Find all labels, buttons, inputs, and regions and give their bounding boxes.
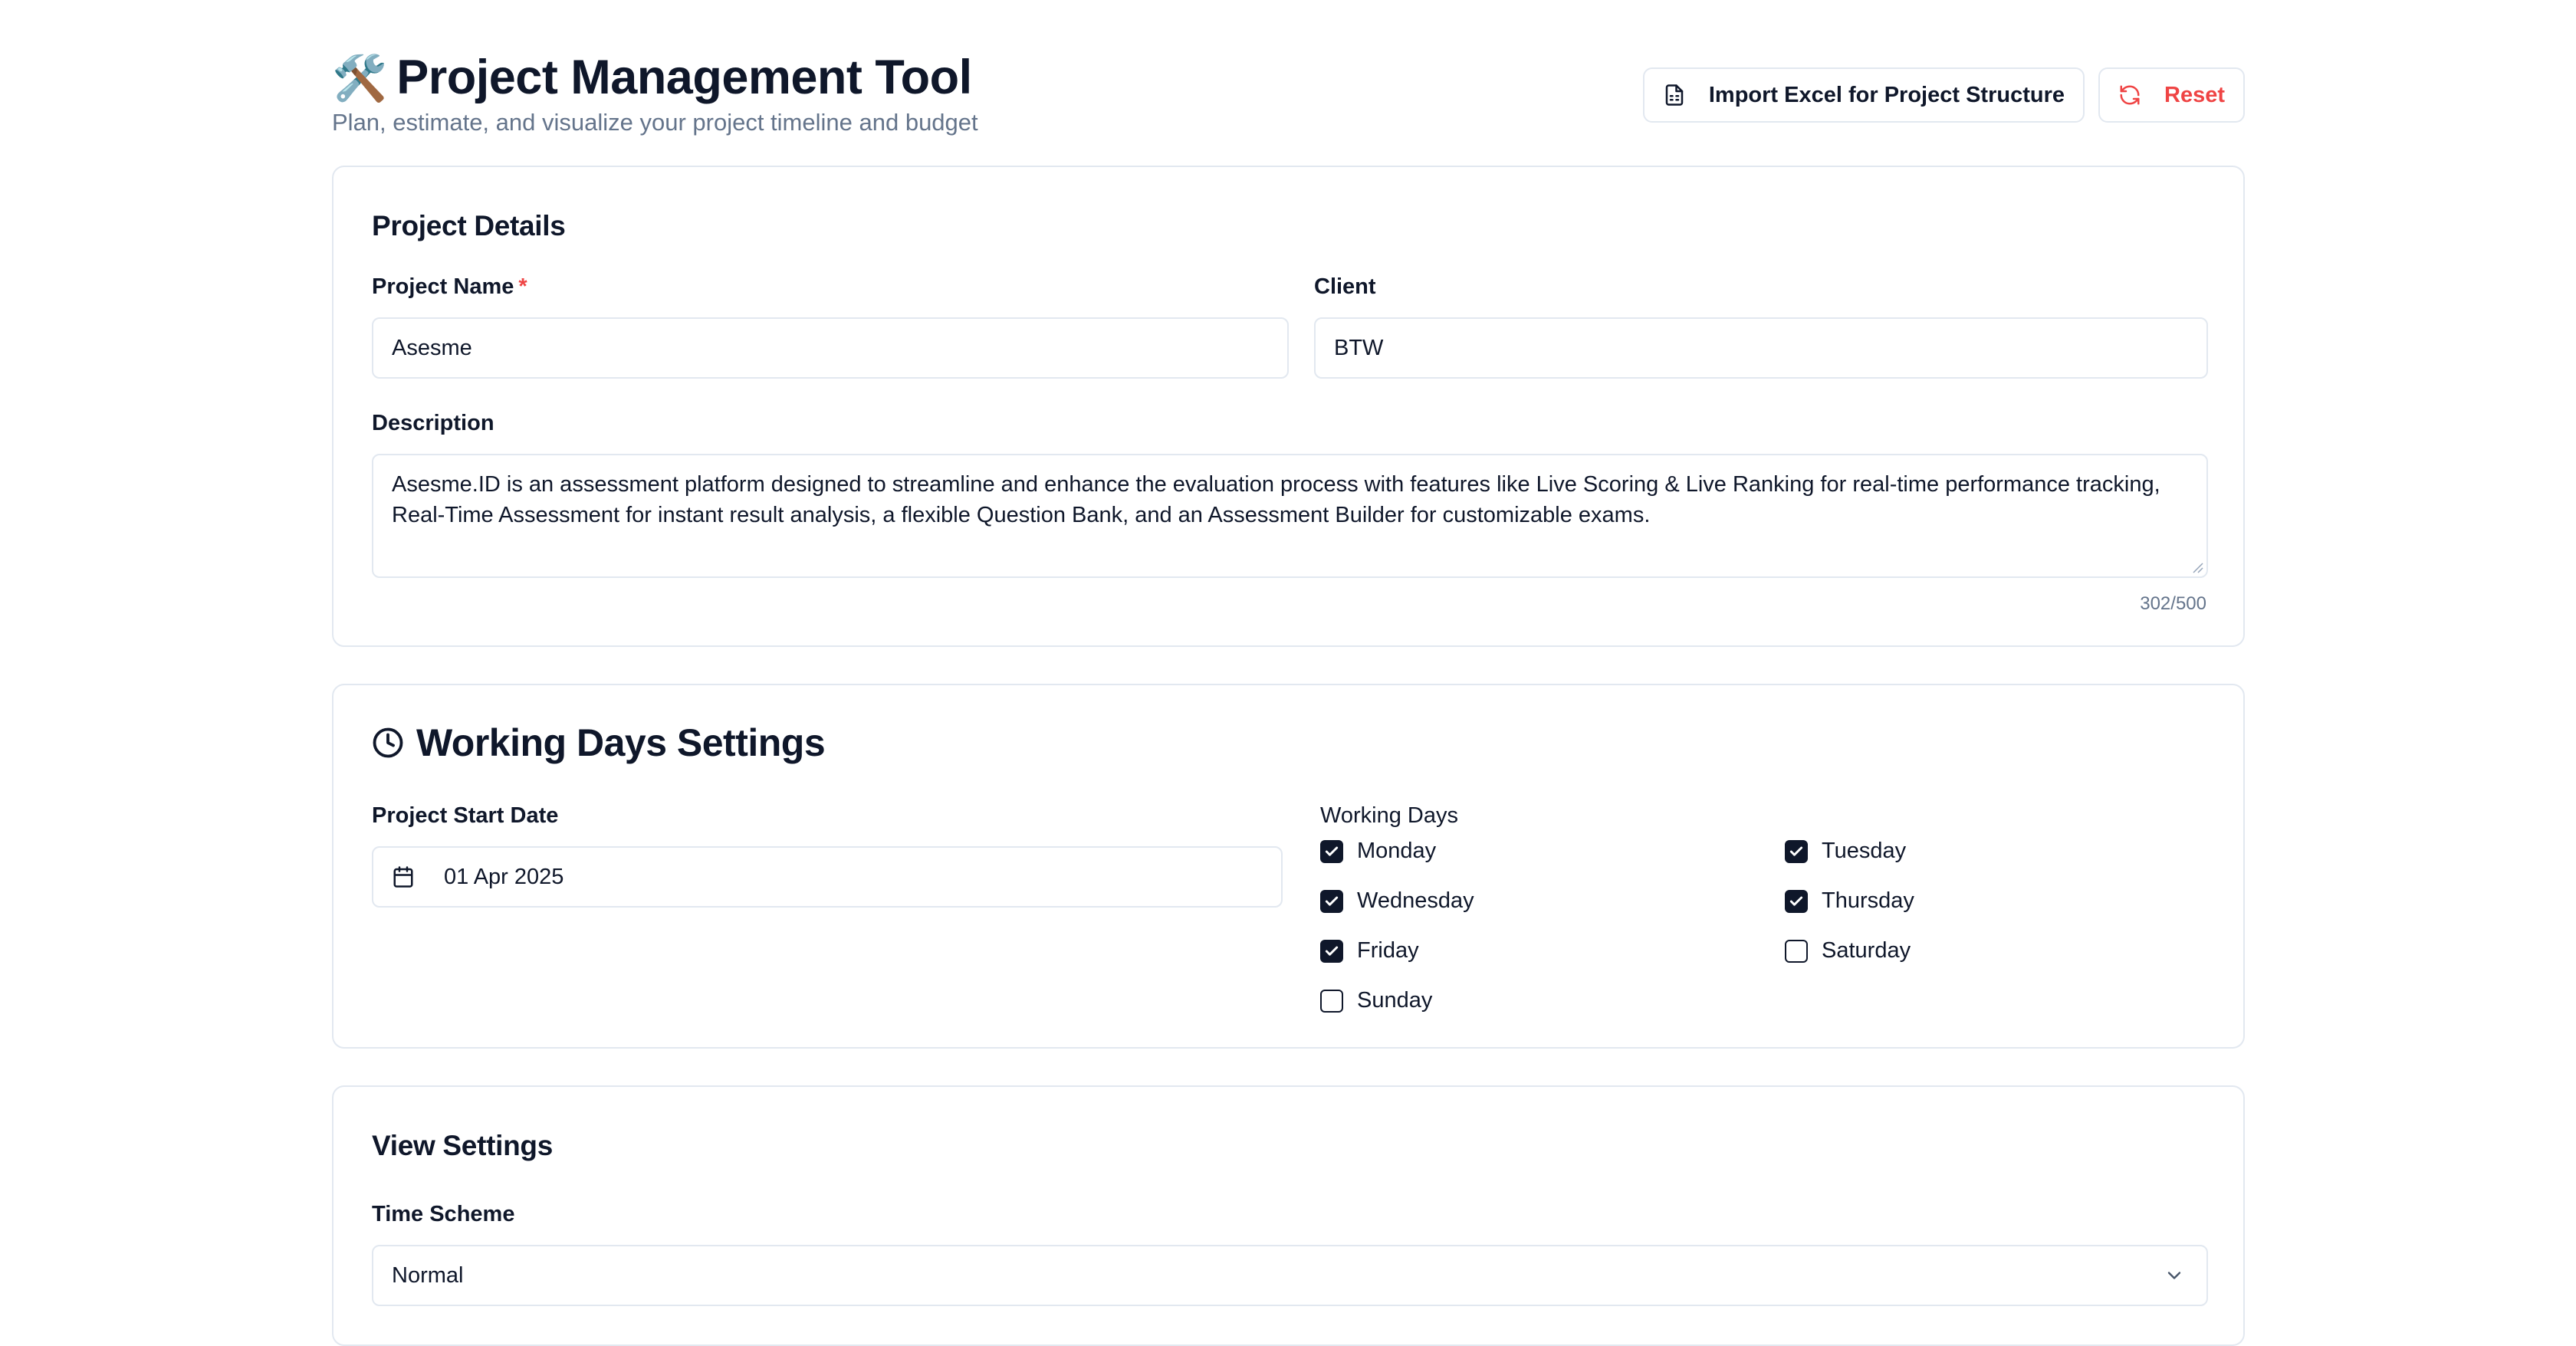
checkbox-checked-icon[interactable] (1320, 939, 1343, 963)
day-checkbox-thursday[interactable]: Thursday (1785, 888, 1914, 914)
checkbox-checked-icon[interactable] (1785, 889, 1808, 913)
resize-handle-icon[interactable] (2191, 561, 2203, 573)
time-scheme-value: Normal (392, 1262, 464, 1288)
project-name-label-text: Project Name (372, 274, 514, 299)
chevron-down-icon (2167, 1272, 2181, 1279)
client-label: Client (1314, 274, 1376, 299)
client-input[interactable]: BTW (1314, 317, 2208, 379)
project-name-value: Asesme (392, 335, 472, 360)
day-checkbox-saturday[interactable]: Saturday (1785, 938, 1911, 964)
page: 🛠️ Project Management Tool Plan, estimat… (332, 0, 2245, 1346)
time-scheme-label: Time Scheme (372, 1202, 515, 1226)
day-checkbox-sunday[interactable]: Sunday (1320, 988, 1432, 1013)
description-char-count: 302/500 (2140, 593, 2206, 614)
refresh-icon (2118, 84, 2141, 107)
required-mark: * (518, 274, 527, 299)
checkbox-checked-icon[interactable] (1785, 839, 1808, 863)
day-label: Wednesday (1357, 888, 1474, 913)
checkbox-checked-icon[interactable] (1320, 839, 1343, 863)
project-details-card: Project Details Project Name * Asesme Cli… (332, 166, 2245, 647)
view-settings-title: View Settings (372, 1130, 553, 1161)
view-settings-card: View Settings Time Scheme Normal (332, 1085, 2245, 1346)
day-label: Saturday (1822, 938, 1911, 963)
day-checkbox-monday[interactable]: Monday (1320, 839, 1436, 864)
checkbox-unchecked-icon[interactable] (1320, 989, 1343, 1013)
day-label: Thursday (1822, 888, 1914, 913)
description-textarea[interactable]: Asesme.ID is an assessment platform desi… (372, 454, 2208, 578)
header-actions: Import Excel for Project Structure Reset (1642, 67, 2245, 123)
start-date-value: 01 Apr 2025 (444, 864, 564, 889)
tools-icon: 🛠️ (332, 54, 388, 103)
description-label: Description (372, 411, 495, 435)
working-days-label: Working Days (1320, 803, 1458, 828)
working-days-title: Working Days Settings (416, 721, 826, 764)
page-title: Project Management Tool (396, 51, 972, 104)
working-days-heading: Working Days Settings (372, 721, 826, 765)
time-scheme-select[interactable]: Normal (372, 1245, 2208, 1306)
working-days-card: Working Days Settings Project Start Date… (332, 684, 2245, 1049)
calendar-icon (392, 865, 415, 888)
day-checkbox-wednesday[interactable]: Wednesday (1320, 888, 1474, 914)
start-date-input[interactable]: 01 Apr 2025 (372, 846, 1283, 908)
import-excel-button[interactable]: Import Excel for Project Structure (1642, 67, 2085, 123)
reset-label: Reset (2164, 82, 2225, 107)
client-value: BTW (1334, 335, 1384, 360)
day-label: Monday (1357, 839, 1437, 863)
day-label: Sunday (1357, 988, 1433, 1013)
checkbox-checked-icon[interactable] (1320, 889, 1343, 913)
project-name-input[interactable]: Asesme (372, 317, 1289, 379)
checkbox-unchecked-icon[interactable] (1785, 939, 1808, 963)
description-value: Asesme.ID is an assessment platform desi… (392, 472, 2160, 527)
day-label: Tuesday (1822, 839, 1907, 863)
day-checkbox-tuesday[interactable]: Tuesday (1785, 839, 1906, 864)
day-checkbox-friday[interactable]: Friday (1320, 938, 1419, 964)
project-details-title: Project Details (372, 210, 566, 241)
clock-icon (373, 727, 403, 758)
day-label: Friday (1357, 938, 1419, 963)
file-spreadsheet-icon (1663, 84, 1686, 107)
project-name-label: Project Name * (372, 274, 527, 300)
reset-button[interactable]: Reset (2098, 67, 2245, 123)
start-date-label: Project Start Date (372, 803, 559, 828)
page-header: 🛠️ Project Management Tool Plan, estimat… (332, 48, 2245, 143)
import-excel-label: Import Excel for Project Structure (1708, 82, 2065, 107)
